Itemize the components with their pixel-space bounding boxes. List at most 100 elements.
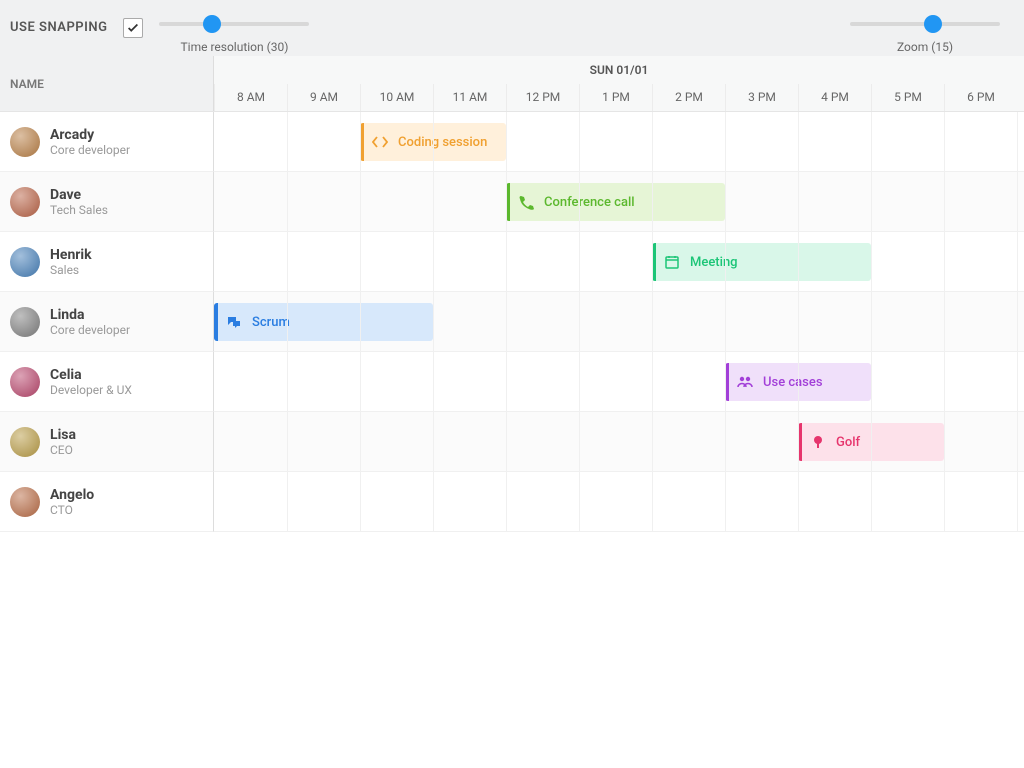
time-resolution-label: Time resolution (30) xyxy=(181,40,289,54)
avatar xyxy=(10,127,40,157)
vgrid-line xyxy=(360,112,361,532)
vgrid-line xyxy=(287,112,288,532)
hours-row: 8 AM9 AM10 AM11 AM12 PM1 PM2 PM3 PM4 PM5… xyxy=(214,84,1024,112)
avatar xyxy=(10,307,40,337)
snapping-checkbox[interactable] xyxy=(123,18,143,38)
resource-info: DaveTech Sales xyxy=(50,187,108,217)
resource-role: Tech Sales xyxy=(50,203,108,217)
resource-name: Dave xyxy=(50,187,108,203)
vgrid-line xyxy=(1017,112,1018,532)
timeline-row[interactable]: Golf xyxy=(214,412,1024,472)
avatar xyxy=(10,247,40,277)
resource-row[interactable]: LisaCEO xyxy=(0,412,214,472)
timeline-row[interactable]: Use cases xyxy=(214,352,1024,412)
hour-cell: 4 PM xyxy=(798,84,871,112)
avatar xyxy=(10,367,40,397)
time-header: SUN 01/01 8 AM9 AM10 AM11 AM12 PM1 PM2 P… xyxy=(214,56,1024,111)
resource-row[interactable]: HenrikSales xyxy=(0,232,214,292)
event-label: Conference call xyxy=(544,195,635,210)
resource-name: Henrik xyxy=(50,247,92,263)
name-column-header: NAME xyxy=(0,56,214,111)
phone-icon xyxy=(518,194,534,210)
resource-name: Arcady xyxy=(50,127,130,143)
vgrid-line xyxy=(725,112,726,532)
body: ArcadyCore developerDaveTech SalesHenrik… xyxy=(0,112,1024,532)
resource-role: Core developer xyxy=(50,143,130,157)
resource-role: Sales xyxy=(50,263,92,277)
calendar-icon xyxy=(664,254,680,270)
timeline-row[interactable] xyxy=(214,472,1024,532)
resource-row[interactable]: LindaCore developer xyxy=(0,292,214,352)
resource-sidebar: ArcadyCore developerDaveTech SalesHenrik… xyxy=(0,112,214,532)
vgrid-line xyxy=(871,112,872,532)
zoom-label: Zoom (15) xyxy=(897,40,953,54)
event-bar xyxy=(214,303,218,341)
resource-role: CTO xyxy=(50,503,94,517)
timeline-row[interactable]: Meeting xyxy=(214,232,1024,292)
hour-cell: 2 PM xyxy=(652,84,725,112)
hour-cell: 9 AM xyxy=(287,84,360,112)
event-label: Scrum xyxy=(252,315,290,330)
vgrid-line xyxy=(506,112,507,532)
resource-info: ArcadyCore developer xyxy=(50,127,130,157)
resource-name: Linda xyxy=(50,307,130,323)
hour-cell: 5 PM xyxy=(871,84,944,112)
event[interactable]: Conference call xyxy=(506,183,725,221)
resource-name: Angelo xyxy=(50,487,94,503)
resource-info: LisaCEO xyxy=(50,427,76,457)
resource-name: Lisa xyxy=(50,427,76,443)
timeline-row[interactable]: Scrum xyxy=(214,292,1024,352)
timeline-row[interactable]: Coding session xyxy=(214,112,1024,172)
hour-cell: 10 AM xyxy=(360,84,433,112)
check-icon xyxy=(126,21,140,35)
time-resolution-group: Time resolution (30) xyxy=(159,16,309,54)
timeline-row[interactable]: Conference call xyxy=(214,172,1024,232)
chat-icon xyxy=(226,314,242,330)
resource-row[interactable]: AngeloCTO xyxy=(0,472,214,532)
hour-cell: 6 PM xyxy=(944,84,1017,112)
event-label: Meeting xyxy=(690,255,738,270)
time-resolution-thumb[interactable] xyxy=(203,15,221,33)
timeline-rows: Coding session Conference call Meeting Scru… xyxy=(214,112,1024,532)
resource-role: Developer & UX xyxy=(50,383,132,397)
date-label: SUN 01/01 xyxy=(214,56,1024,84)
resource-role: CEO xyxy=(50,443,76,457)
resource-info: HenrikSales xyxy=(50,247,92,277)
resource-info: AngeloCTO xyxy=(50,487,94,517)
hour-cell: 3 PM xyxy=(725,84,798,112)
avatar xyxy=(10,187,40,217)
timeline[interactable]: Coding session Conference call Meeting Scru… xyxy=(214,112,1024,532)
resource-name: Celia xyxy=(50,367,132,383)
resource-info: CeliaDeveloper & UX xyxy=(50,367,132,397)
tree-icon xyxy=(810,434,826,450)
vgrid-line xyxy=(433,112,434,532)
zoom-thumb[interactable] xyxy=(924,15,942,33)
hour-cell: 12 PM xyxy=(506,84,579,112)
snapping-label: USE SNAPPING xyxy=(10,20,107,35)
avatar xyxy=(10,487,40,517)
event-label: Golf xyxy=(836,435,860,450)
resource-info: LindaCore developer xyxy=(50,307,130,337)
hour-cell: 8 AM xyxy=(214,84,287,112)
toolbar: USE SNAPPING Time resolution (30) Zoom (… xyxy=(0,0,1024,56)
zoom-group: Zoom (15) xyxy=(850,16,1000,54)
vgrid-line xyxy=(944,112,945,532)
users-icon xyxy=(737,374,753,390)
time-resolution-slider[interactable] xyxy=(159,22,309,26)
hour-cell: 11 AM xyxy=(433,84,506,112)
event-label: Coding session xyxy=(398,135,487,150)
event[interactable]: Meeting xyxy=(652,243,871,281)
vgrid-line xyxy=(798,112,799,532)
hour-cell: 1 PM xyxy=(579,84,652,112)
avatar xyxy=(10,427,40,457)
event[interactable]: Scrum xyxy=(214,303,433,341)
event-label: Use cases xyxy=(763,375,823,390)
zoom-slider[interactable] xyxy=(850,22,1000,26)
header: NAME SUN 01/01 8 AM9 AM10 AM11 AM12 PM1 … xyxy=(0,56,1024,112)
resource-row[interactable]: ArcadyCore developer xyxy=(0,112,214,172)
resource-row[interactable]: DaveTech Sales xyxy=(0,172,214,232)
vgrid-line xyxy=(579,112,580,532)
resource-role: Core developer xyxy=(50,323,130,337)
vgrid-line xyxy=(652,112,653,532)
resource-row[interactable]: CeliaDeveloper & UX xyxy=(0,352,214,412)
